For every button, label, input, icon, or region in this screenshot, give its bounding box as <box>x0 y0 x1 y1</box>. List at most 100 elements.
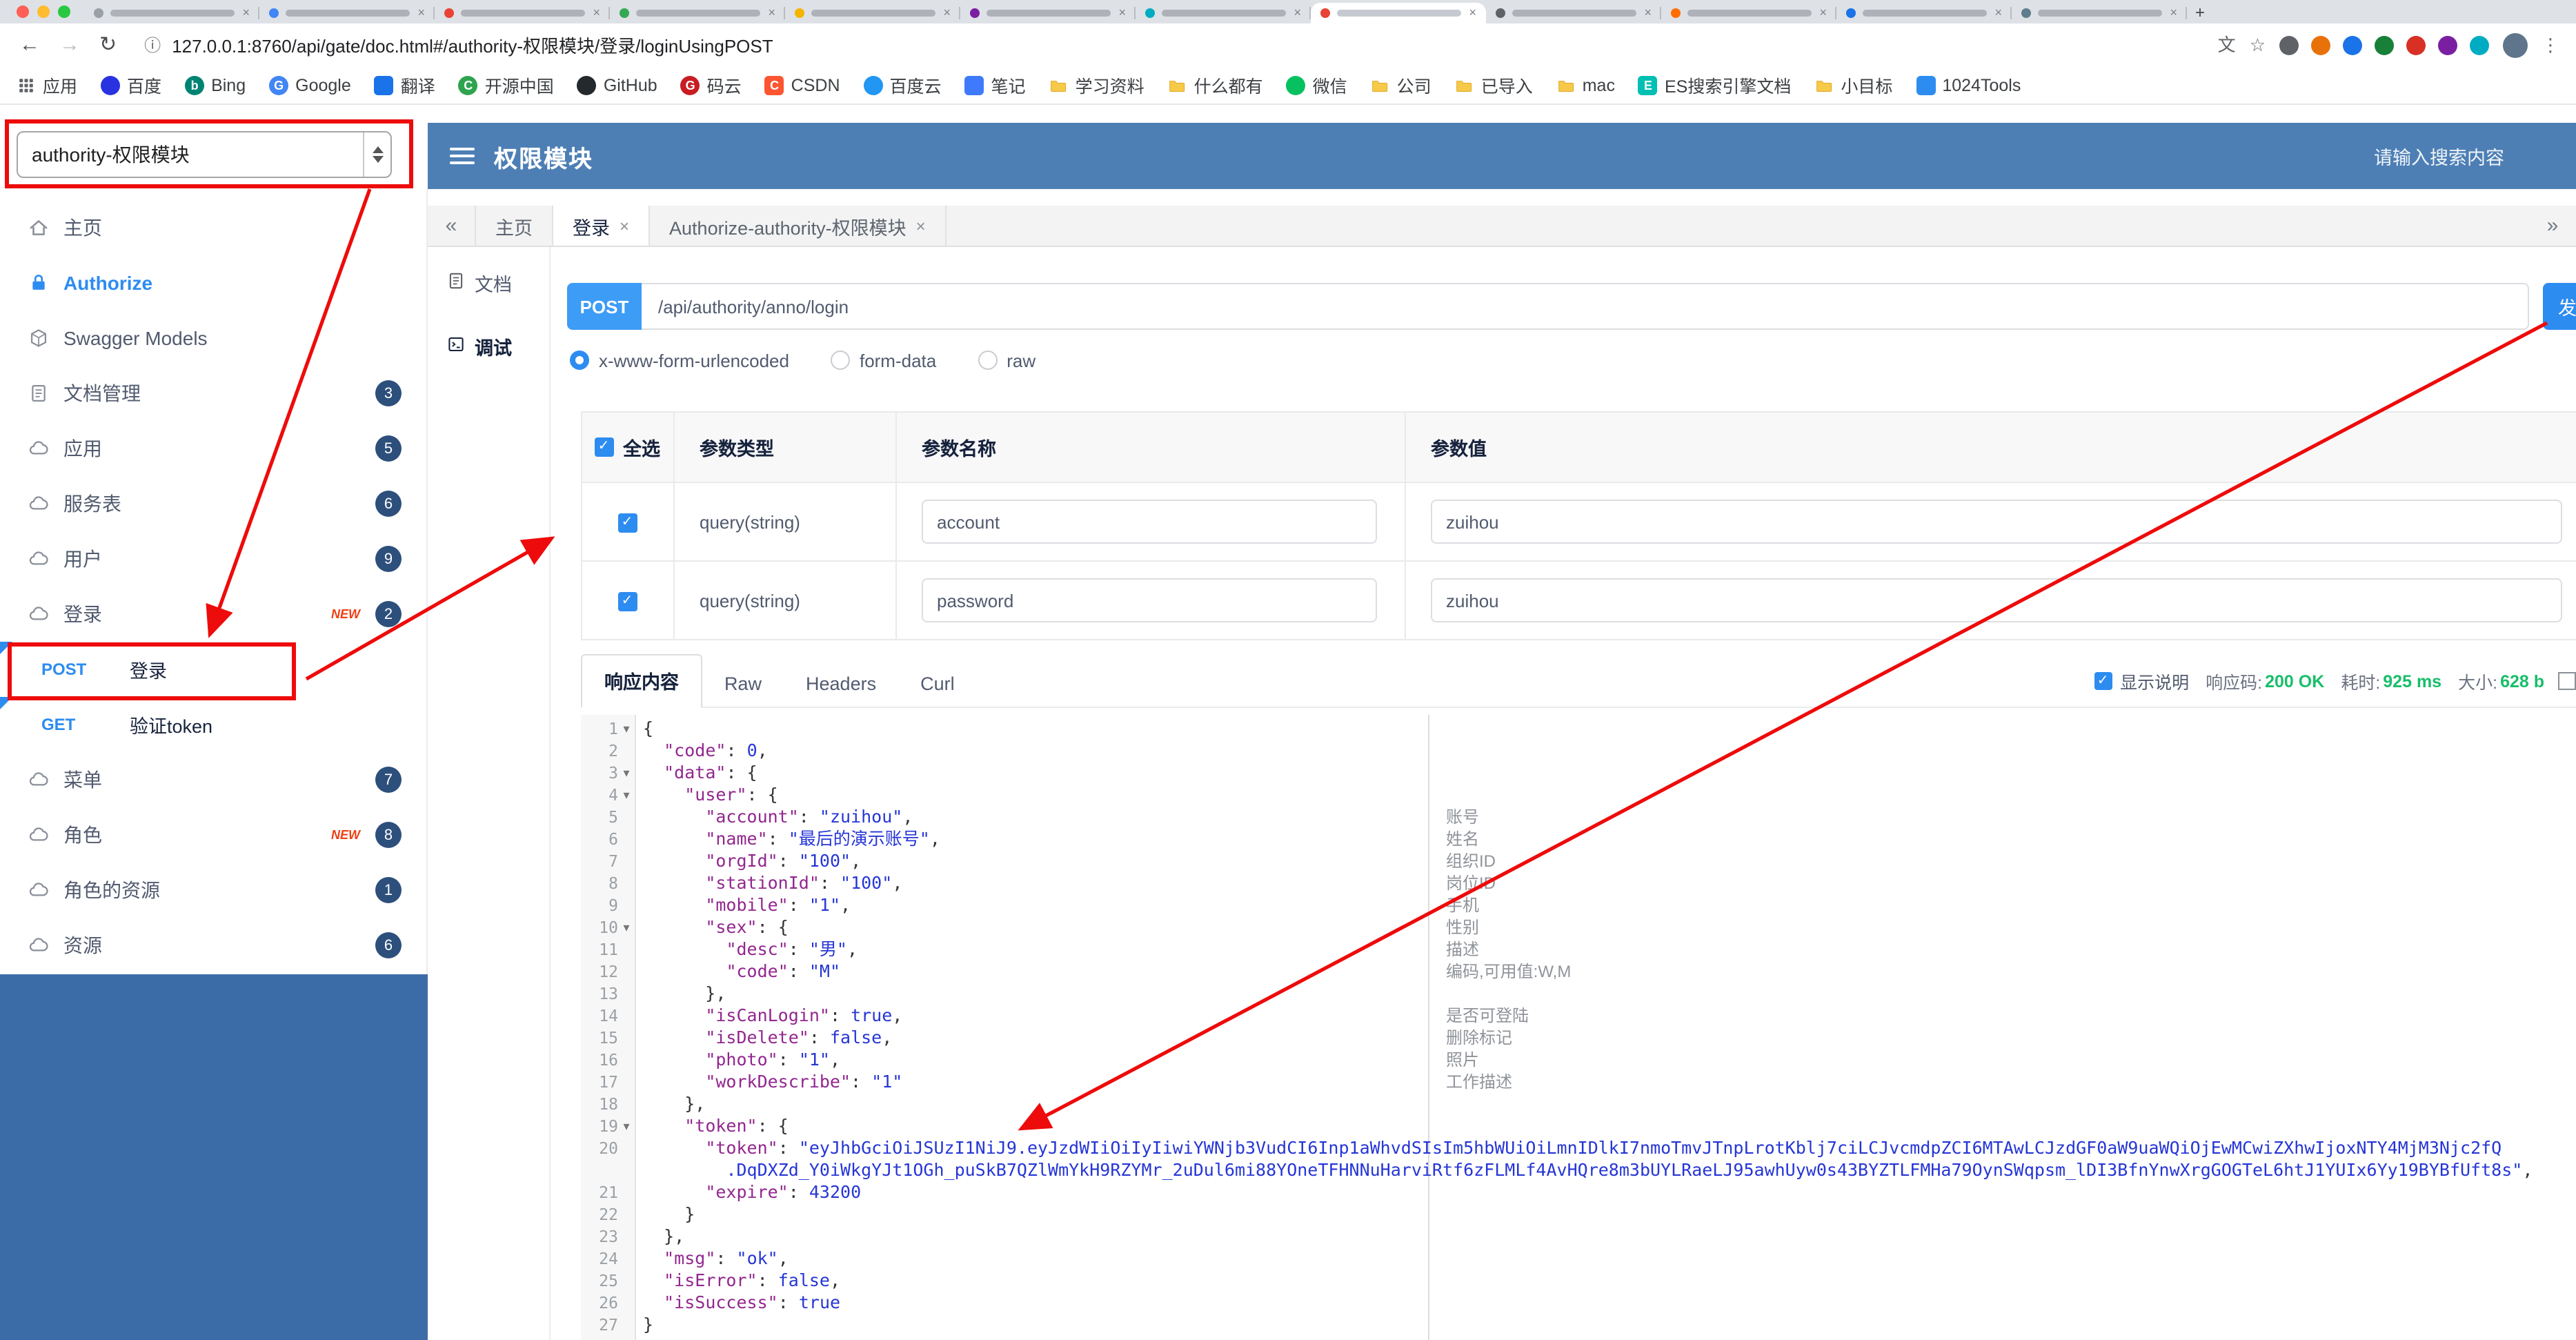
param-value-input[interactable] <box>1431 500 2562 544</box>
translate-icon[interactable]: 文 <box>2218 36 2236 54</box>
bookmark-item[interactable]: 翻译 <box>374 72 435 98</box>
fold-arrow-icon[interactable]: ▾ <box>618 787 635 802</box>
sidebar-item[interactable]: 资源 6 <box>0 918 426 973</box>
tab-close-icon[interactable]: × <box>1644 6 1652 19</box>
response-body-viewer[interactable]: 1 ▾ 2 3 ▾ 4 ▾ 5 6 7 8 9 10 ▾ 11 12 13 14 15 16 17 18 19 ▾ 20 21 22… <box>581 715 2576 1340</box>
tab-close-icon[interactable]: × <box>1294 6 1301 19</box>
bookmark-item[interactable]: 笔记 <box>964 72 1026 98</box>
extension-icon[interactable] <box>2470 35 2489 55</box>
response-tab[interactable]: Raw <box>702 662 784 707</box>
browser-tab[interactable]: × <box>2012 3 2187 23</box>
menu-toggle-icon[interactable] <box>450 148 475 164</box>
browser-tab[interactable]: × <box>84 3 259 23</box>
bookmark-item[interactable]: E ES搜索引擎文档 <box>1638 72 1791 98</box>
browser-tab[interactable]: × <box>259 3 435 23</box>
sidebar-item[interactable]: Swagger Models <box>0 311 426 366</box>
tab-close-icon[interactable]: × <box>242 6 250 19</box>
sidebar-item[interactable]: 应用 5 <box>0 421 426 476</box>
bookmark-item[interactable]: G Google <box>269 75 351 95</box>
content-type-radio[interactable]: form-data <box>830 350 936 371</box>
param-value-input[interactable] <box>1431 578 2562 622</box>
content-type-radio[interactable]: x-www-form-urlencoded <box>570 350 789 371</box>
bookmark-item[interactable]: 1024Tools <box>1916 75 2021 95</box>
extension-icon[interactable] <box>2311 35 2330 55</box>
extension-icon[interactable] <box>2406 35 2426 55</box>
bookmark-item[interactable]: b Bing <box>185 75 246 95</box>
browser-tab[interactable]: × <box>1486 3 1661 23</box>
sidebar-item[interactable]: 角色的资源 1 <box>0 863 426 918</box>
tabs-scroll-left-icon[interactable]: « <box>428 206 475 246</box>
bookmark-item[interactable]: 百度云 <box>863 72 942 98</box>
show-description-checkbox[interactable]: ✓ <box>2094 672 2112 690</box>
tab-close-icon[interactable]: × <box>1469 6 1476 19</box>
bookmark-item[interactable]: C CSDN <box>764 75 840 95</box>
tab-close-icon[interactable]: × <box>593 6 600 19</box>
bookmark-item[interactable]: 小目标 <box>1814 72 1892 98</box>
param-checkbox[interactable]: ✓ <box>617 513 637 533</box>
window-control-dot[interactable] <box>37 6 50 18</box>
tab-close-icon[interactable]: × <box>1994 6 2002 19</box>
sidebar-item[interactable]: Authorize <box>0 255 426 311</box>
fold-arrow-icon[interactable]: ▾ <box>618 765 635 780</box>
sidebar-item[interactable]: 菜单 7 <box>0 752 426 807</box>
sidebar-item[interactable]: 文档管理 3 <box>0 366 426 421</box>
request-url-input[interactable]: /api/authority/anno/login <box>642 283 2529 330</box>
sidebar-item[interactable]: 用户 9 <box>0 531 426 587</box>
browser-tab[interactable]: × <box>1311 3 1486 23</box>
reload-icon[interactable]: ↻ <box>99 35 117 55</box>
param-name-input[interactable] <box>922 500 1377 544</box>
sidebar-api-item-get[interactable]: GET 验证token <box>0 697 426 752</box>
extension-icon[interactable] <box>2343 35 2362 55</box>
sidebar-api-item-post[interactable]: POST 登录 <box>0 642 426 697</box>
response-tab[interactable]: Curl <box>898 662 977 707</box>
bookmark-star-icon[interactable]: ☆ <box>2250 36 2266 54</box>
bookmark-item[interactable]: G 码云 <box>680 72 742 98</box>
header-search-input[interactable]: 请输入搜索内容 <box>2374 142 2504 170</box>
response-tab[interactable]: 响应内容 <box>581 654 702 708</box>
browser-tab[interactable]: × <box>1136 3 1311 23</box>
tab-close-icon[interactable]: × <box>1118 6 1126 19</box>
tab-close-icon[interactable]: × <box>1819 6 1827 19</box>
tabs-scroll-right-icon[interactable]: » <box>2529 206 2576 246</box>
back-icon[interactable]: ← <box>19 35 40 55</box>
browser-menu-icon[interactable]: ⋮ <box>2542 36 2559 54</box>
browser-tab[interactable]: × <box>435 3 610 23</box>
browser-tab[interactable]: × <box>1836 3 2012 23</box>
extension-icon[interactable] <box>2438 35 2457 55</box>
sidebar-item[interactable]: 服务表 6 <box>0 476 426 531</box>
sidebar-item[interactable]: 登录 NEW 2 <box>0 587 426 642</box>
bookmark-item[interactable]: GitHub <box>577 75 657 95</box>
profile-avatar[interactable] <box>2503 32 2528 57</box>
send-button[interactable]: 发送 <box>2543 283 2576 330</box>
fold-arrow-icon[interactable]: ▾ <box>618 1119 635 1134</box>
browser-tab[interactable]: × <box>785 3 960 23</box>
param-checkbox[interactable]: ✓ <box>617 591 637 611</box>
select-all-checkbox[interactable]: ✓ <box>594 437 613 457</box>
content-type-radio[interactable]: raw <box>978 350 1036 371</box>
window-controls[interactable] <box>0 6 84 23</box>
panel-tab-debug[interactable]: 调试 <box>428 322 549 371</box>
sidebar-item[interactable]: 主页 <box>0 200 426 255</box>
window-control-dot[interactable] <box>17 6 29 18</box>
tab-close-icon[interactable]: × <box>417 6 425 19</box>
document-tab[interactable]: 主页 <box>475 206 553 246</box>
tab-close-icon[interactable]: × <box>768 6 775 19</box>
response-tab[interactable]: Headers <box>784 662 898 707</box>
fullscreen-icon[interactable] <box>2558 672 2576 690</box>
browser-tab[interactable]: × <box>1661 3 1836 23</box>
bookmark-item[interactable]: 应用 <box>17 72 77 98</box>
bookmark-item[interactable]: 什么都有 <box>1168 72 1263 98</box>
close-icon[interactable]: × <box>916 216 926 235</box>
document-tab[interactable]: 登录 × <box>553 206 651 246</box>
bookmark-item[interactable]: C 开源中国 <box>458 72 554 98</box>
param-name-input[interactable] <box>922 578 1377 622</box>
tab-close-icon[interactable]: × <box>943 6 951 19</box>
extension-icon[interactable] <box>2375 35 2394 55</box>
sidebar-item[interactable]: 角色 NEW 8 <box>0 807 426 863</box>
close-icon[interactable]: × <box>620 216 629 235</box>
fold-arrow-icon[interactable]: ▾ <box>618 920 635 935</box>
extension-icon[interactable] <box>2279 35 2299 55</box>
bookmark-item[interactable]: 百度 <box>101 72 161 98</box>
bookmark-item[interactable]: 已导入 <box>1455 72 1533 98</box>
site-info-icon[interactable]: ⓘ <box>144 33 161 57</box>
